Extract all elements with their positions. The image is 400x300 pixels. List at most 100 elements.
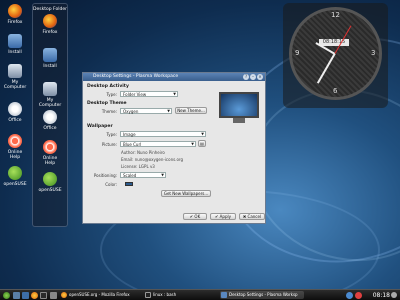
theme-combo[interactable]: Oxygen ▼ xyxy=(120,108,172,114)
activity-type-combo[interactable]: Folder View ▼ xyxy=(120,91,178,97)
monitor-stand xyxy=(233,118,245,123)
kickoff-menu-icon[interactable] xyxy=(3,292,10,299)
desktop-icon-my-computer[interactable]: My Computer xyxy=(2,64,28,90)
dialog-titlebar[interactable]: Desktop Settings - Plasma Workspace ? – … xyxy=(83,73,265,81)
wallpaper-author: Author: Nuno Pinheiro xyxy=(121,150,165,155)
install-icon xyxy=(8,34,22,48)
picture-combo[interactable]: Blue Curl ▼ xyxy=(120,141,196,147)
terminal-launcher-icon[interactable] xyxy=(40,292,47,299)
monitor-preview-icon xyxy=(219,92,259,118)
apply-button[interactable]: ✔ Apply xyxy=(210,213,236,220)
clock-number-9: 9 xyxy=(295,49,300,57)
file-manager-icon[interactable] xyxy=(22,292,29,299)
check-icon: ✔ xyxy=(189,214,194,219)
color-label: Color: xyxy=(105,182,117,187)
clock-number-6: 6 xyxy=(333,87,338,95)
desktop-icon-label: My Computer xyxy=(3,80,27,90)
folder-icon-label: Office xyxy=(43,126,57,131)
help-button-icon[interactable]: ? xyxy=(243,74,249,80)
get-new-wallpapers-button[interactable]: Get New Wallpapers... xyxy=(161,190,211,197)
picture-value: Blue Curl xyxy=(123,142,142,147)
apply-button-label: Apply xyxy=(219,214,231,219)
section-desktop-activity: Desktop Activity xyxy=(87,84,129,89)
new-theme-button[interactable]: New Theme... xyxy=(175,107,207,114)
desktop-icon-firefox[interactable]: Firefox xyxy=(2,4,28,25)
apply-icon: ✔ xyxy=(215,214,219,219)
task-terminal[interactable]: linux : bash xyxy=(144,291,214,299)
firefox-icon xyxy=(8,4,22,18)
computer-icon xyxy=(8,64,22,78)
folder-icon-label: openSUSE xyxy=(38,188,62,193)
folder-icon-install[interactable]: Install xyxy=(37,48,63,69)
ok-button-label: OK xyxy=(194,214,201,219)
desktop-icon-label: Install xyxy=(8,50,22,55)
settings-icon xyxy=(221,292,227,298)
wallpaper-email: Email: nuno@oxygen-icons.org xyxy=(121,157,184,162)
clock-number-3: 3 xyxy=(371,49,376,57)
clock-widget[interactable]: 12 3 6 9 08:18:15 xyxy=(283,3,388,108)
desktop-icon-office[interactable]: Office xyxy=(2,102,28,123)
network-tray-icon[interactable] xyxy=(346,292,353,299)
panel-toolbox-icon[interactable] xyxy=(391,292,397,298)
desktop-icon-label: Office xyxy=(8,118,22,123)
clock-digital-time: 08:18:15 xyxy=(319,39,349,46)
desktop-icon-label: Online Help xyxy=(7,150,23,160)
desktop-icon-opensuse[interactable]: openSUSE xyxy=(2,166,28,187)
folder-icon-label: Install xyxy=(43,64,57,69)
pager-icon[interactable] xyxy=(50,292,57,299)
desktop-icon-install[interactable]: Install xyxy=(2,34,28,55)
terminal-icon xyxy=(145,292,151,298)
office-icon xyxy=(43,110,57,124)
task-firefox[interactable]: openSUSE.org - Mozilla Firefox xyxy=(60,291,140,299)
folder-icon-opensuse[interactable]: openSUSE xyxy=(37,172,63,193)
folder-icon-firefox[interactable]: Firefox xyxy=(37,14,63,35)
firefox-icon xyxy=(61,292,67,298)
update-tray-icon[interactable] xyxy=(355,292,362,299)
chevron-down-icon: ▼ xyxy=(167,109,170,113)
taskbar-clock[interactable]: 08:18 xyxy=(373,291,390,300)
open-folder-icon[interactable]: ▤ xyxy=(198,140,206,147)
section-wallpaper: Wallpaper xyxy=(87,124,113,129)
wallpaper-type-combo[interactable]: Image ▼ xyxy=(120,131,206,137)
folder-icon-label: My Computer xyxy=(38,98,62,108)
computer-icon xyxy=(43,82,57,96)
minimize-button-icon[interactable]: – xyxy=(250,74,256,80)
ok-button[interactable]: ✔ OK xyxy=(183,213,207,220)
desktop-icon-online-help[interactable]: Online Help xyxy=(2,134,28,160)
office-icon xyxy=(8,102,22,116)
opensuse-icon xyxy=(8,166,22,180)
desktop-folder-title: Desktop Folder xyxy=(33,7,67,12)
clock-number-12: 12 xyxy=(331,11,340,19)
folder-icon-online-help[interactable]: Online Help xyxy=(37,140,63,166)
folder-icon-office[interactable]: Office xyxy=(37,110,63,131)
cancel-button[interactable]: ✖ Cancel xyxy=(239,213,265,220)
color-swatch-button[interactable] xyxy=(125,182,133,186)
wallpaper-preview xyxy=(217,90,261,126)
activity-type-label: Type: xyxy=(106,92,117,97)
chevron-down-icon: ▼ xyxy=(201,132,204,136)
folder-icon-label: Firefox xyxy=(42,30,58,35)
task-label: Desktop Settings - Plasma Worksp xyxy=(229,292,298,297)
show-desktop-icon[interactable] xyxy=(13,292,20,299)
chevron-down-icon: ▼ xyxy=(191,142,194,146)
chevron-down-icon: ▼ xyxy=(161,173,164,177)
close-button-icon[interactable]: × xyxy=(257,74,263,80)
task-desktop-settings[interactable]: Desktop Settings - Plasma Worksp xyxy=(220,291,304,299)
desktop-icon-label: openSUSE xyxy=(3,182,27,187)
firefox-launcher-icon[interactable] xyxy=(31,292,38,299)
positioning-value: Scaled xyxy=(123,173,137,178)
positioning-combo[interactable]: Scaled ▼ xyxy=(120,172,166,178)
theme-value: Oxygen xyxy=(123,109,139,114)
section-desktop-theme: Desktop Theme xyxy=(87,101,127,106)
wallpaper-type-value: Image xyxy=(123,132,136,137)
wallpaper-license: License: LGPL v3 xyxy=(121,164,155,169)
activity-type-value: Folder View xyxy=(123,92,147,97)
folder-icon-my-computer[interactable]: My Computer xyxy=(37,82,63,108)
install-icon xyxy=(43,48,57,62)
opensuse-icon xyxy=(43,172,57,186)
task-label: openSUSE.org - Mozilla Firefox xyxy=(69,292,130,297)
task-label: linux : bash xyxy=(153,292,177,297)
positioning-label: Positioning: xyxy=(93,173,117,178)
help-icon xyxy=(8,134,22,148)
firefox-icon xyxy=(43,14,57,28)
